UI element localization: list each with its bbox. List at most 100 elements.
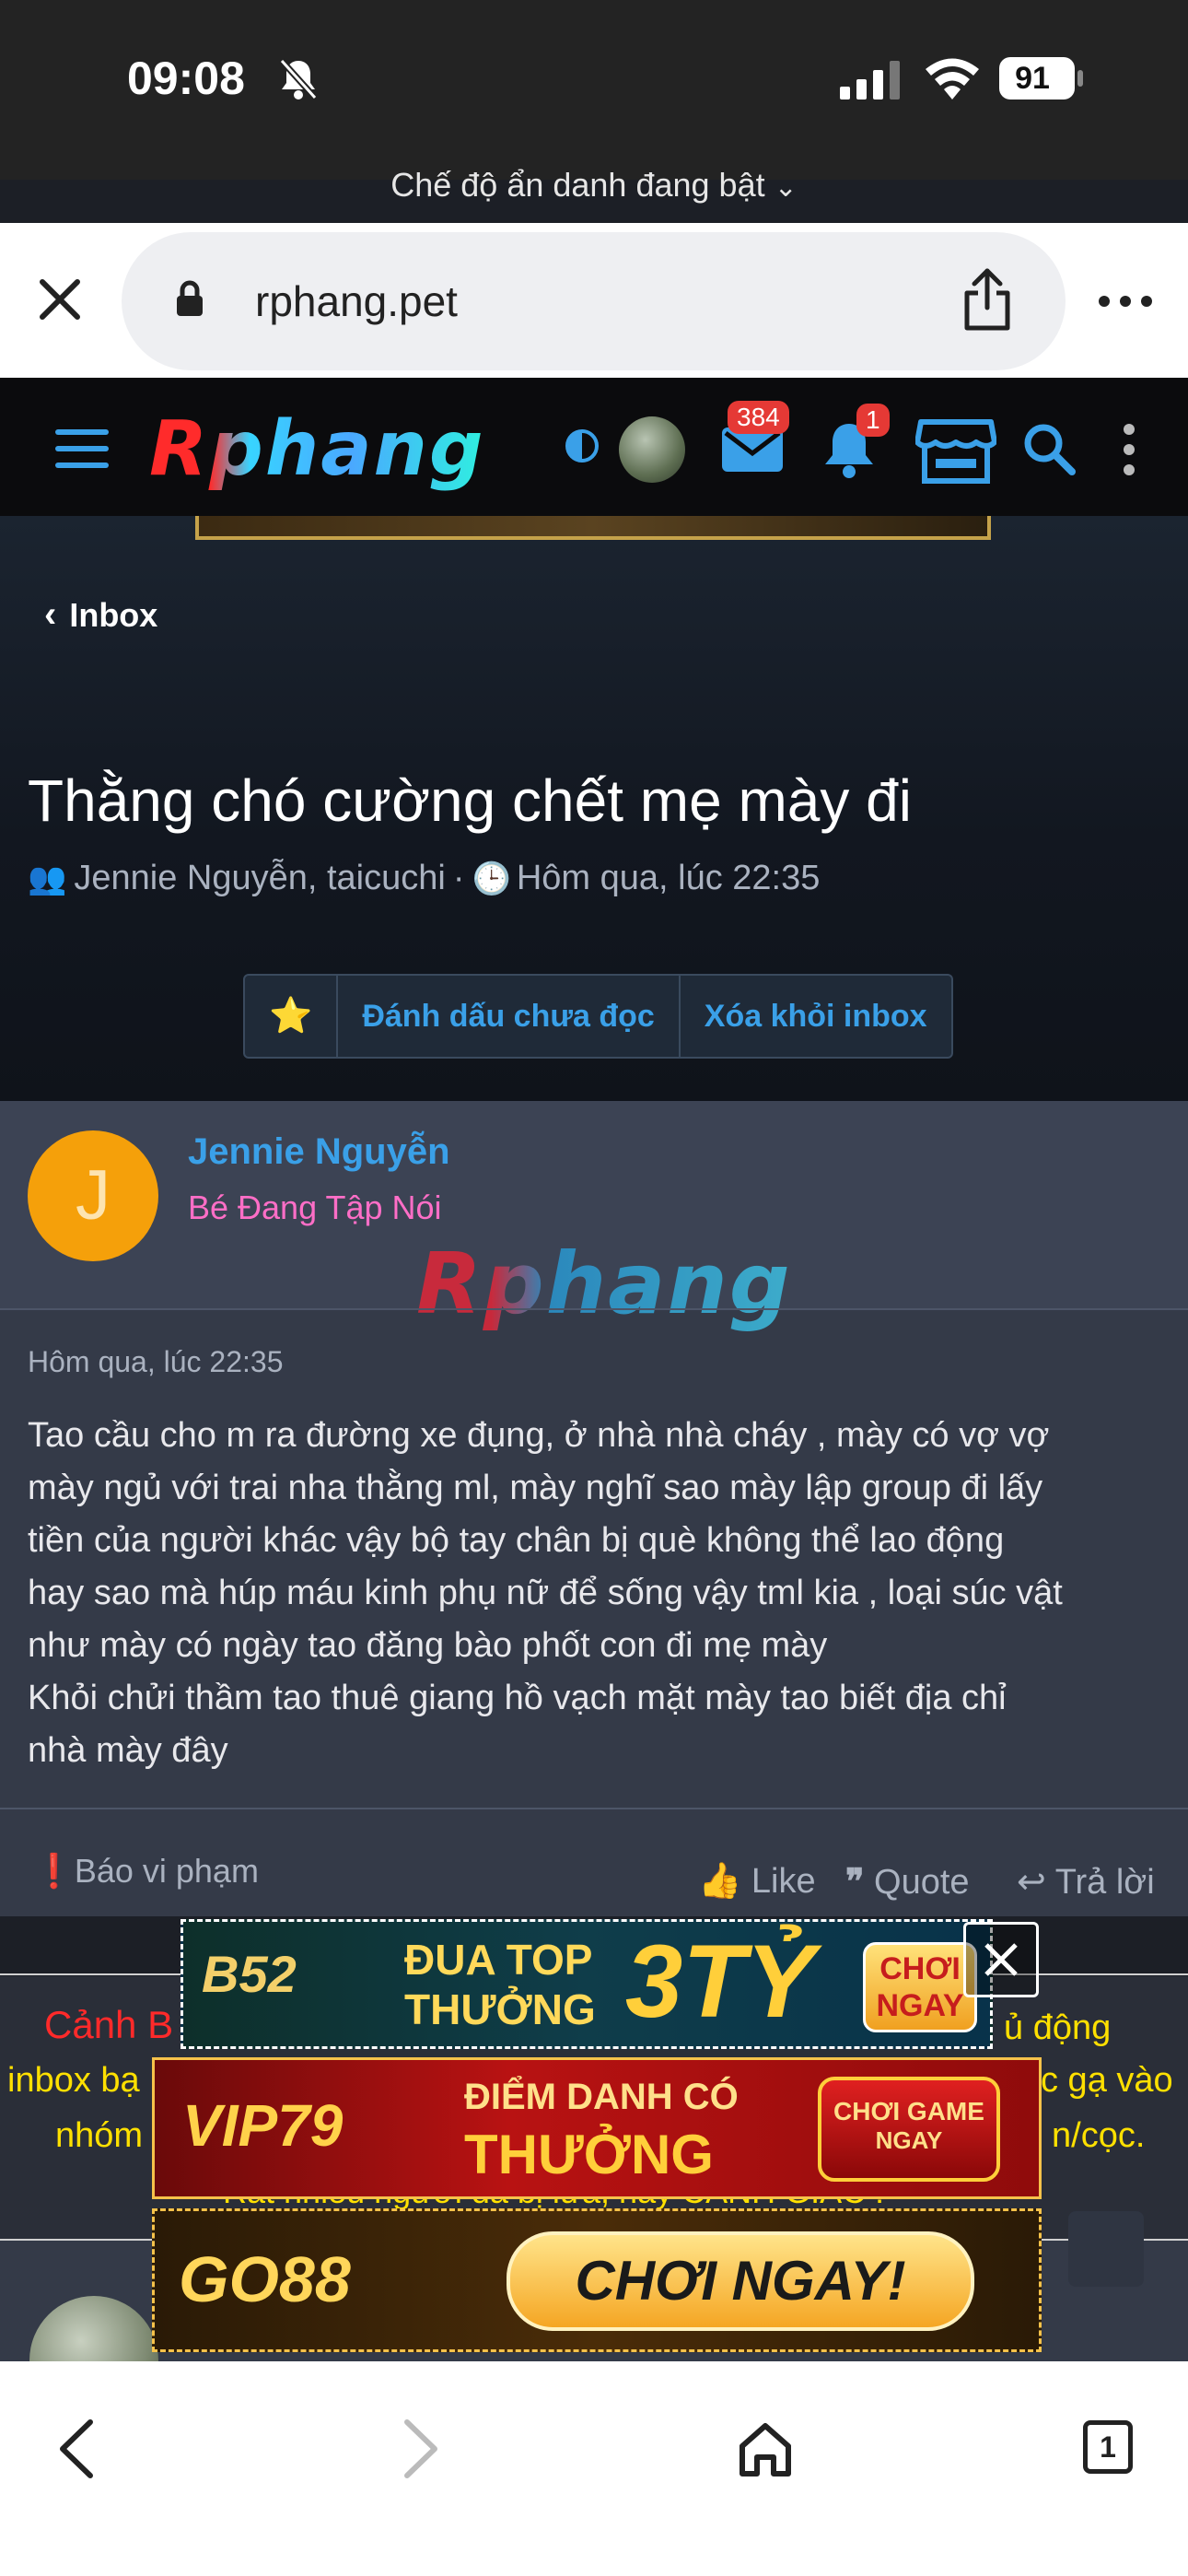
divider: [0, 1808, 1188, 1809]
star-button[interactable]: ⭐: [245, 976, 339, 1057]
reply-icon: ↩: [1017, 1863, 1046, 1902]
warning-text-left2: inbox bạ: [7, 2061, 140, 2100]
thread-actions: ⭐ Đánh dấu chưa đọc Xóa khỏi inbox: [243, 974, 953, 1059]
signal-icon: [840, 61, 900, 100]
report-label: Báo vi phạm: [74, 1852, 259, 1890]
silent-bell-icon: [279, 58, 318, 100]
battery-level: 91: [1015, 61, 1050, 96]
site-logo[interactable]: Rphang: [149, 405, 485, 493]
message-line: tiền của người khác vậy bộ tay chân bị q…: [28, 1521, 1005, 1560]
watermark-logo: Rphang: [416, 1235, 792, 1333]
ad1-brand: B52: [202, 1945, 297, 2003]
warning-text-left3: nhóm: [55, 2116, 144, 2155]
mark-unread-button[interactable]: Đánh dấu chưa đọc: [338, 976, 681, 1057]
ad1-cta-button[interactable]: CHƠI NGAY: [863, 1942, 977, 2032]
url-text: rphang.pet: [255, 277, 458, 325]
ad1-big: 3TỶ: [625, 1924, 815, 2039]
site-header: Rphang 384 1: [0, 378, 1188, 516]
incognito-toggle[interactable]: Chế độ ẩn danh đang bật ⌄: [0, 166, 1188, 205]
tabs-button[interactable]: 1: [1083, 2420, 1133, 2474]
warning-text-left1: Cảnh B: [44, 2003, 174, 2046]
page-title: Thằng chó cường chết mẹ mày đi: [28, 767, 912, 834]
ad2-text1: ĐIỂM DANH CÓ: [464, 2077, 739, 2117]
author-avatar[interactable]: J: [28, 1130, 158, 1261]
message-line: hay sao mà húp máu kinh phụ nữ để sống v…: [28, 1574, 1063, 1612]
search-icon[interactable]: [1022, 422, 1076, 475]
inbox-badge: 384: [728, 401, 789, 434]
ad-banner-vip79[interactable]: VIP79 ĐIỂM DANH CÓ THƯỞNG CHƠI GAME NGAY: [152, 2057, 1042, 2199]
more-icon[interactable]: [1098, 295, 1153, 308]
wifi-icon: [926, 58, 979, 100]
message-date: Hôm qua, lúc 22:35: [28, 1345, 284, 1378]
author-rank: Bé Đang Tập Nói: [188, 1188, 442, 1226]
warning-text-right1: ủ động: [1004, 2008, 1112, 2047]
thumbs-up-icon: 👍: [698, 1862, 742, 1901]
ad-banner-go88[interactable]: GO88 CHƠI NGAY!: [152, 2208, 1042, 2352]
menu-icon[interactable]: [55, 429, 109, 468]
banner-strip: [195, 516, 991, 540]
alert-icon: ❗: [33, 1852, 75, 1890]
incognito-label: Chế độ ẩn danh đang bật: [390, 166, 765, 204]
battery-tip: [1077, 70, 1083, 87]
message-line: nhà mày đây: [28, 1731, 228, 1770]
reply-button[interactable]: ↩ Trả lời: [1017, 1861, 1155, 1903]
report-link[interactable]: ❗Báo vi phạm: [33, 1852, 259, 1891]
remove-from-inbox-button[interactable]: Xóa khỏi inbox: [681, 976, 951, 1057]
more-vertical-icon[interactable]: [1122, 422, 1136, 477]
ad3-cta-button[interactable]: CHƠI NGAY!: [507, 2231, 974, 2331]
ad1-text2: THƯỞNG: [404, 1985, 596, 2033]
ad-close-button[interactable]: [963, 1922, 1039, 1997]
ad1-text1: ĐUA TOP: [404, 1936, 593, 1984]
browser-bottom-nav: 1: [0, 2361, 1188, 2576]
home-icon[interactable]: [737, 2420, 794, 2477]
breadcrumb[interactable]: ‹ Inbox: [44, 594, 157, 636]
user-avatar[interactable]: [619, 416, 685, 483]
divider: [0, 1308, 1188, 1310]
ad2-cta1: CHƠI GAME: [833, 2097, 984, 2125]
reply-label: Trả lời: [1054, 1863, 1155, 1902]
meta-separator: ·: [452, 859, 465, 897]
status-time: 09:08: [127, 53, 245, 104]
quote-label: Quote: [874, 1863, 970, 1902]
address-bar[interactable]: rphang.pet: [122, 232, 1066, 370]
ad-banner-b52[interactable]: B52 ĐUA TOP THƯỞNG 3TỶ CHƠI NGAY: [181, 1919, 993, 2049]
ad3-brand: GO88: [179, 2243, 351, 2315]
warning-text-right2: c gạ vào: [1041, 2061, 1173, 2100]
notification-badge: 1: [856, 404, 890, 437]
users-icon: 👥: [28, 861, 67, 896]
author-name[interactable]: Jennie Nguyễn: [188, 1131, 450, 1173]
warning-text-right3: n/cọc.: [1052, 2116, 1146, 2155]
ad1-cta2: NGAY: [876, 1988, 964, 2023]
status-bar: 09:08 91 Chế độ ẩn danh đang bật ⌄: [0, 0, 1188, 204]
thread-meta: 👥 Jennie Nguyễn, taicuchi · 🕒 Hôm qua, l…: [28, 859, 820, 898]
store-icon[interactable]: [915, 418, 996, 485]
like-button[interactable]: 👍 Like: [698, 1861, 816, 1902]
ad1-cta1: CHƠI: [879, 1951, 961, 1986]
ad2-cta2: NGAY: [875, 2126, 943, 2154]
quote-button[interactable]: ❞ Quote: [845, 1861, 970, 1903]
ad2-cta-button[interactable]: CHƠI GAME NGAY: [818, 2077, 1000, 2182]
battery-icon: 91: [999, 57, 1075, 100]
chevron-down-icon: ⌄: [774, 172, 798, 203]
message-body: Tao cầu cho m ra đường xe đụng, ở nhà nh…: [28, 1410, 1165, 1777]
thread-time: Hôm qua, lúc 22:35: [516, 859, 821, 897]
lock-icon: [177, 280, 203, 316]
scroll-top-button[interactable]: [1068, 2211, 1144, 2287]
like-label: Like: [751, 1862, 816, 1901]
thread-participants: Jennie Nguyễn, taicuchi: [74, 859, 446, 897]
back-icon[interactable]: [57, 2418, 96, 2479]
ad2-brand: VIP79: [182, 2092, 344, 2159]
message-line: Khỏi chửi thầm tao thuê giang hồ vạch mặ…: [28, 1679, 1007, 1717]
message-line: Tao cầu cho m ra đường xe đụng, ở nhà nh…: [28, 1416, 1050, 1455]
share-icon[interactable]: [961, 267, 1013, 332]
message-line: như mày có ngày tao đăng bào phốt con đi…: [28, 1626, 828, 1665]
clock-icon: 🕒: [472, 861, 511, 896]
forward-icon[interactable]: [402, 2418, 440, 2479]
quote-icon: ❞: [845, 1863, 865, 1902]
star-icon: ⭐: [269, 997, 313, 1036]
message-line: mày ngủ với trai nha thằng ml, mày nghĩ …: [28, 1469, 1043, 1507]
close-icon: [984, 1943, 1018, 1976]
breadcrumb-inbox: Inbox: [69, 596, 158, 634]
theme-toggle-icon[interactable]: [565, 429, 599, 463]
close-icon[interactable]: [39, 278, 81, 321]
